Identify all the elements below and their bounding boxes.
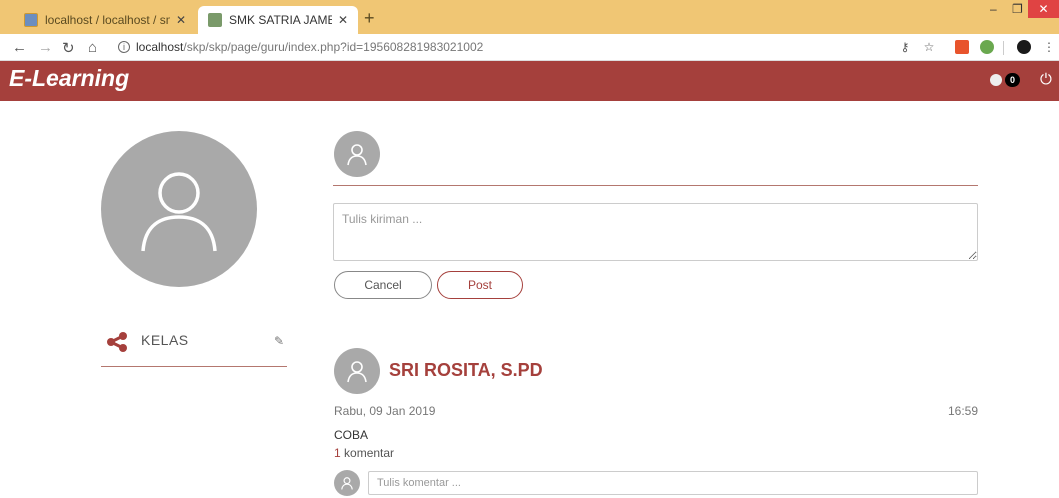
browser-tab-phpmyadmin[interactable]: localhost / localhost / sma6 / log ✕	[14, 6, 196, 34]
app-brand[interactable]: E-Learning	[9, 65, 129, 92]
post-author: SRI ROSITA, S.PD	[389, 360, 543, 380]
profile-avatar-icon[interactable]	[1017, 40, 1031, 54]
url-path: /skp/skp/page/guru/index.php?id=19560828…	[183, 40, 484, 54]
user-icon	[141, 172, 217, 252]
browser-tab-bar: localhost / localhost / sma6 / log ✕ SMK…	[0, 0, 1059, 34]
window-close-icon[interactable]: ✕	[1028, 0, 1059, 18]
notification-badge[interactable]: 0	[1005, 73, 1020, 87]
extension-green-icon[interactable]	[980, 40, 994, 54]
browser-menu-icon[interactable]: ⋮	[1042, 40, 1056, 54]
maximize-icon[interactable]: ❐	[1012, 2, 1023, 16]
sidebar-item-kelas[interactable]: KELAS ✎	[101, 325, 287, 367]
comment-count: 1	[334, 446, 341, 460]
school-favicon-icon	[208, 13, 222, 27]
tab-close-icon[interactable]: ✕	[338, 13, 348, 27]
comment-word: komentar	[344, 446, 395, 460]
composer-avatar	[334, 131, 380, 177]
tab-close-icon[interactable]: ✕	[176, 13, 186, 27]
comment-input[interactable]	[368, 471, 978, 495]
extension-orange-icon[interactable]	[955, 40, 969, 54]
user-icon	[347, 144, 367, 166]
forward-arrow-icon[interactable]: →	[38, 39, 53, 56]
app-header: E-Learning 0 ⏻	[0, 61, 1059, 101]
new-tab-icon[interactable]: +	[364, 8, 375, 29]
tab-title: localhost / localhost / sma6 / log	[45, 13, 170, 27]
sidebar-item-label: KELAS	[141, 332, 189, 348]
post-body: COBA	[334, 428, 369, 442]
bookmark-star-icon[interactable]: ☆	[922, 40, 936, 54]
comment-count-link[interactable]: 1 komentar	[334, 446, 394, 460]
browser-tab-smk-satria[interactable]: SMK SATRIA JAMBI ✕	[198, 6, 358, 34]
post-input[interactable]	[333, 203, 978, 261]
address-toolbar: ← → ↻ ⌂ i localhost/skp/skp/page/guru/in…	[0, 34, 1059, 61]
post-button[interactable]: Post	[437, 271, 523, 299]
back-arrow-icon[interactable]: ←	[12, 39, 27, 56]
post-date: Rabu, 09 Jan 2019	[334, 404, 436, 418]
home-icon[interactable]: ⌂	[88, 39, 97, 56]
minimize-icon[interactable]: –	[990, 2, 997, 16]
power-icon[interactable]: ⏻	[1040, 71, 1052, 88]
phpmyadmin-favicon-icon	[24, 13, 38, 27]
profile-avatar	[101, 131, 257, 287]
post-time: 16:59	[948, 404, 979, 418]
globe-icon[interactable]	[990, 74, 1002, 86]
share-icon	[107, 332, 127, 352]
tab-title: SMK SATRIA JAMBI	[229, 13, 332, 27]
address-bar[interactable]: i localhost/skp/skp/page/guru/index.php?…	[118, 40, 483, 54]
reload-icon[interactable]: ↻	[62, 39, 75, 57]
toolbar-divider	[1003, 41, 1004, 55]
key-icon[interactable]: ⚷	[898, 40, 912, 54]
info-icon[interactable]: i	[118, 41, 130, 53]
cancel-button[interactable]: Cancel	[334, 271, 432, 299]
comment-avatar	[334, 470, 360, 496]
post-author-avatar	[334, 348, 380, 394]
user-icon	[347, 361, 367, 383]
composer-divider	[333, 185, 978, 186]
url-host: localhost	[136, 40, 184, 54]
pencil-icon[interactable]: ✎	[274, 334, 284, 348]
user-icon	[341, 477, 353, 490]
